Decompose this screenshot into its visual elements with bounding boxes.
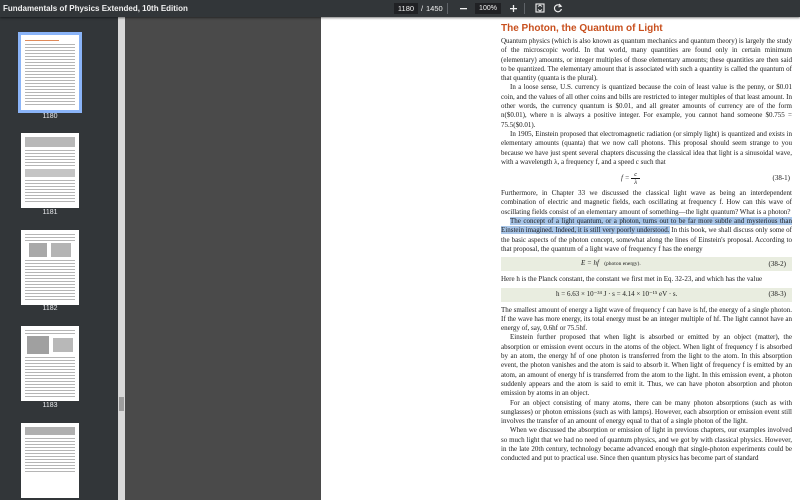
- page-content: The Photon, the Quantum of Light Quantum…: [501, 23, 792, 464]
- toolbar-divider: [447, 3, 448, 14]
- zoom-in-button[interactable]: [506, 1, 520, 15]
- denominator: λ: [634, 178, 638, 186]
- thumbnail-sidebar: 1180 1181 1182 1183: [0, 17, 118, 500]
- equation-lhs: f =: [621, 173, 630, 182]
- thumbnail-label: 1182: [42, 305, 58, 312]
- equation-note: (photon energy).: [604, 261, 641, 268]
- page-thumbnail-next[interactable]: [21, 423, 79, 498]
- sidebar-scrollbar-thumb[interactable]: [119, 397, 124, 411]
- plus-icon: [509, 4, 517, 12]
- rotate-icon: [553, 3, 563, 13]
- equation-number: (38-3): [768, 289, 787, 298]
- fit-page-icon: [535, 3, 545, 13]
- zoom-out-button[interactable]: [456, 1, 470, 15]
- page-number-input[interactable]: 1180: [394, 3, 418, 14]
- equation-body: E = hf (photon energy).: [581, 259, 641, 269]
- equation-number: (38-2): [768, 259, 787, 268]
- paragraph: In a loose sense, U.S. currency is quant…: [501, 83, 792, 129]
- paragraph: When we discussed the absorption or emis…: [501, 426, 792, 463]
- equation-number: (38-1): [772, 173, 791, 182]
- paragraph: Furthermore, in Chapter 33 we discussed …: [501, 189, 792, 216]
- paragraph: For an object consisting of many atoms, …: [501, 398, 792, 426]
- page-thumbnail-1181[interactable]: [21, 133, 79, 208]
- total-pages: 1450: [426, 4, 443, 13]
- equation-38-3: h = 6.63 × 10⁻³⁴ J · s = 4.14 × 10⁻¹⁵ eV…: [501, 287, 792, 302]
- toolbar-divider: [524, 3, 525, 14]
- sidebar-scrollbar[interactable]: [118, 17, 125, 500]
- thumbnail-label: 1180: [42, 113, 58, 120]
- fit-page-button[interactable]: [533, 1, 547, 15]
- zoom-level[interactable]: 100%: [475, 3, 501, 14]
- minus-icon: [459, 7, 467, 9]
- paragraph-with-highlight: The concept of a light quantum, or a pho…: [501, 217, 792, 254]
- page-thumbnail-1183[interactable]: [21, 326, 79, 401]
- paragraph: The smallest amount of energy a light wa…: [501, 305, 792, 333]
- page-thumbnail-1182[interactable]: [21, 230, 79, 305]
- paragraph: Einstein further proposed that when ligh…: [501, 333, 792, 398]
- equation-text: E = hf: [581, 259, 599, 268]
- document-title: Fundamentals of Physics Extended, 10th E…: [3, 4, 188, 13]
- section-heading: The Photon, the Quantum of Light: [501, 23, 663, 34]
- numerator: c: [634, 170, 638, 178]
- rotate-button[interactable]: [551, 1, 565, 15]
- equation-38-2: E = hf (photon energy). (38-2): [501, 257, 792, 272]
- document-page: The Photon, the Quantum of Light Quantum…: [321, 17, 800, 500]
- fraction: c λ: [631, 170, 641, 186]
- thumbnail-label: 1181: [42, 209, 58, 216]
- paragraph: Here h is the Planck constant, the const…: [501, 275, 763, 284]
- page-thumbnail-1180[interactable]: [18, 32, 82, 113]
- viewer-toolbar: Fundamentals of Physics Extended, 10th E…: [0, 0, 800, 17]
- equation-text: h = 6.63 × 10⁻³⁴ J · s = 4.14 × 10⁻¹⁵ eV…: [556, 289, 678, 298]
- page-separator: /: [421, 4, 424, 13]
- paragraph: In 1905, Einstein proposed that electrom…: [501, 129, 792, 166]
- equation-38-1: f = c λ (38-1): [501, 167, 792, 189]
- paragraph: Quantum physics (which is also known as …: [501, 37, 792, 83]
- equation-body: f = c λ: [621, 170, 641, 186]
- thumbnail-label: 1183: [42, 402, 58, 409]
